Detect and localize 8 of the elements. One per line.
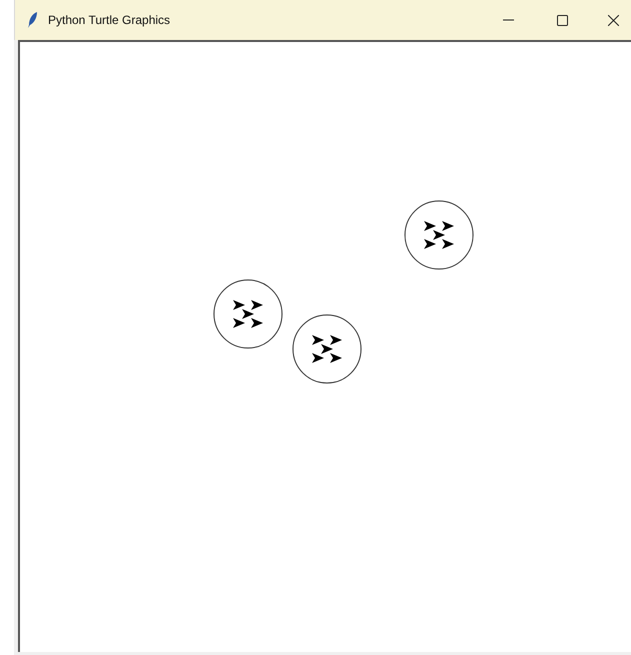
maximize-icon[interactable]: [557, 14, 568, 26]
feather-icon: [28, 12, 38, 28]
minimize-icon[interactable]: [503, 19, 514, 21]
close-icon[interactable]: [608, 14, 619, 26]
circle-with-arrowheads-drawing: [292, 314, 362, 384]
circle-with-arrowheads-drawing: [214, 280, 282, 348]
circle-with-arrowheads-drawing: [404, 200, 474, 270]
window-title: Python Turtle Graphics: [48, 12, 170, 29]
